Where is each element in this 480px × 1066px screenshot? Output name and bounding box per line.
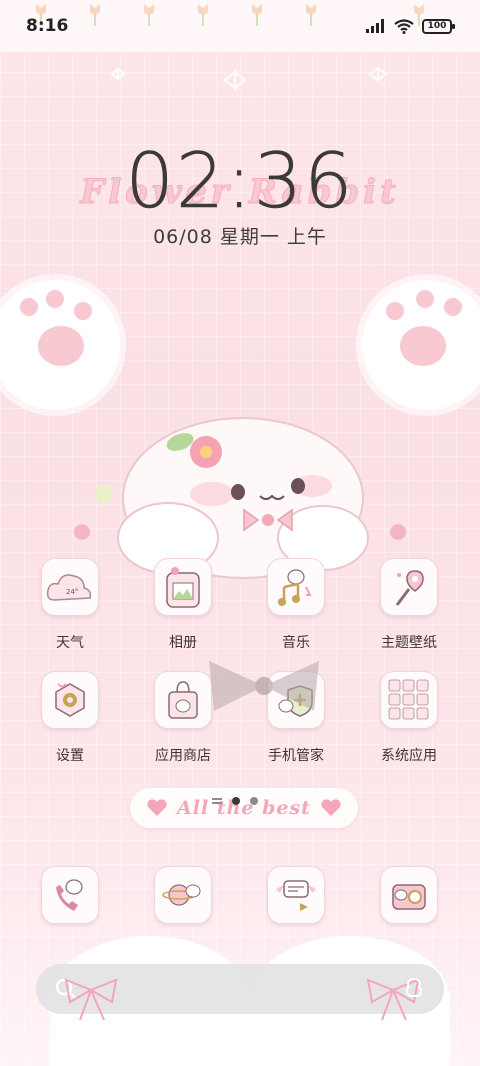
dock-browser[interactable]	[138, 866, 228, 924]
browser-planet-icon	[154, 866, 212, 924]
wifi-icon	[394, 18, 414, 34]
dock-phone[interactable]	[25, 866, 115, 924]
clock-display: 02:36	[125, 136, 355, 226]
app-label: 相册	[169, 635, 197, 651]
signal-icon	[366, 19, 384, 33]
music-icon	[267, 558, 325, 616]
page-dot-active[interactable]	[232, 797, 240, 805]
ribbon-bow-icon	[64, 978, 118, 1021]
dock-messages[interactable]	[251, 866, 341, 924]
status-bar: 8:16 100	[0, 0, 480, 52]
messages-icon	[267, 866, 325, 924]
app-label: 天气	[56, 635, 84, 651]
app-label: 手机管家	[268, 748, 324, 764]
page-indicator[interactable]	[212, 797, 258, 805]
page-dot[interactable]	[250, 797, 258, 805]
svg-text:24°: 24°	[66, 588, 78, 596]
camera-icon	[380, 866, 438, 924]
right-paw-decoration	[362, 280, 480, 410]
app-label: 主题壁纸	[381, 635, 437, 651]
app-gallery[interactable]: 相册	[138, 558, 228, 652]
gallery-icon	[154, 558, 212, 616]
flower-decorations	[74, 485, 406, 540]
app-system-apps[interactable]: 系统应用	[364, 671, 454, 765]
app-themes[interactable]: 主题壁纸	[364, 558, 454, 652]
polka-bow-decoration	[209, 661, 319, 711]
system-apps-folder-icon	[380, 671, 438, 729]
settings-icon	[41, 671, 99, 729]
smart-assistant-icon[interactable]	[402, 976, 428, 1000]
app-label: 设置	[56, 748, 84, 764]
date-display: 06/08 星期一 上午	[153, 226, 327, 248]
weather-cloud-icon: 24°	[41, 558, 99, 616]
all-the-best-banner: All the best	[130, 788, 358, 828]
app-weather[interactable]: 24° 天气	[25, 558, 115, 652]
app-label: 应用商店	[155, 748, 211, 764]
heart-icon	[147, 799, 167, 816]
dock-camera[interactable]	[364, 866, 454, 924]
app-label: 音乐	[282, 635, 310, 651]
theme-wand-icon	[380, 558, 438, 616]
status-icons: 100	[366, 18, 455, 34]
page-indicator-menu[interactable]	[212, 798, 222, 804]
app-label: 系统应用	[381, 748, 437, 764]
status-time: 8:16	[26, 16, 69, 36]
heart-icon	[321, 799, 341, 816]
phone-icon	[41, 866, 99, 924]
app-music[interactable]: 音乐	[251, 558, 341, 652]
battery-icon: 100	[422, 18, 455, 34]
search-bar[interactable]	[36, 964, 444, 1021]
app-settings[interactable]: 设置	[25, 671, 115, 765]
